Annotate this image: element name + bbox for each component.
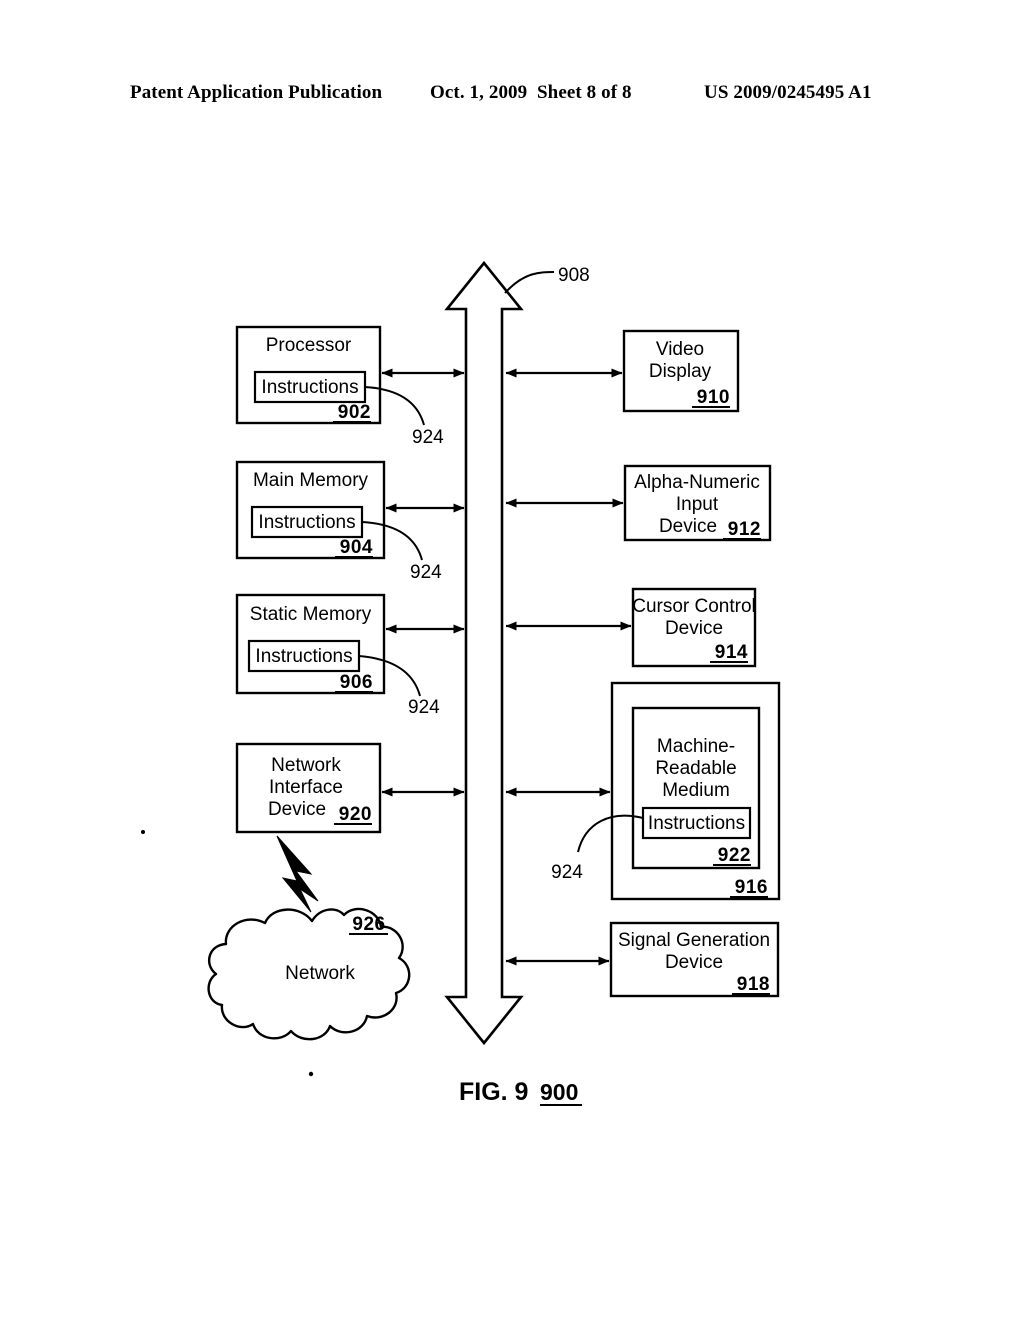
main-memory-lead-label: 924 bbox=[410, 562, 442, 583]
processor-box[interactable]: Processor Instructions 902 bbox=[235, 325, 382, 425]
figure-caption: FIG. 9 900 bbox=[459, 1078, 582, 1106]
static-memory-instructions-label: Instructions bbox=[255, 646, 352, 667]
mrm-title-line2: Readable bbox=[655, 758, 736, 779]
main-memory-instructions-label: Instructions bbox=[258, 512, 355, 533]
ccd-ref-label: 914 bbox=[715, 642, 748, 663]
processor-title: Processor bbox=[266, 335, 352, 356]
patent-page: Patent Application Publication Oct. 1, 2… bbox=[0, 0, 1024, 1320]
machine-readable-medium-inner-box[interactable]: Machine- Readable Medium Instructions 92… bbox=[631, 706, 761, 870]
video-display-box[interactable]: Video Display 910 bbox=[622, 329, 740, 413]
ccd-title-line1: Cursor Control bbox=[632, 596, 756, 617]
mrm-title-line3: Medium bbox=[662, 780, 730, 801]
ccd-title-line2: Device bbox=[665, 618, 723, 639]
mrm-title-line1: Machine- bbox=[657, 736, 735, 757]
ani-ref-label: 912 bbox=[728, 519, 761, 540]
mrm-lead-label: 924 bbox=[551, 862, 583, 883]
nid-ref-label: 920 bbox=[339, 804, 372, 825]
processor-lead-label: 924 bbox=[412, 427, 444, 448]
bus-leader: 908 bbox=[504, 265, 590, 294]
cursor-control-device-box[interactable]: Cursor Control Device 914 bbox=[631, 587, 757, 668]
video-display-title-line1: Video bbox=[656, 339, 704, 360]
nid-title-line2: Interface bbox=[269, 777, 343, 798]
machine-readable-medium-outer-box[interactable]: 916 Machine- Readable Medium Instruction… bbox=[610, 681, 781, 901]
signal-generation-device-box[interactable]: Signal Generation Device 918 bbox=[609, 921, 780, 998]
scan-speck bbox=[308, 1071, 314, 1077]
static-memory-title: Static Memory bbox=[250, 604, 372, 625]
static-memory-lead-label: 924 bbox=[408, 697, 440, 718]
figure-caption-label: FIG. 9 bbox=[459, 1078, 528, 1106]
mrm-instructions-label: Instructions bbox=[648, 813, 745, 834]
scan-speck bbox=[141, 830, 145, 834]
main-memory-title: Main Memory bbox=[253, 470, 369, 491]
figure-caption-ref: 900 bbox=[540, 1079, 578, 1105]
network-interface-device-box[interactable]: Network Interface Device 920 bbox=[235, 742, 382, 834]
sgd-title-line2: Device bbox=[665, 952, 723, 973]
ani-title-line3: Device bbox=[659, 516, 717, 537]
system-bus bbox=[444, 260, 524, 1046]
figure-9-diagram: 908 Processor Instructions 902 924 Main … bbox=[0, 0, 1024, 1320]
network-cloud[interactable]: 926 Network bbox=[207, 907, 411, 1041]
video-display-ref-label: 910 bbox=[697, 387, 730, 408]
ani-title-line1: Alpha-Numeric bbox=[634, 472, 760, 493]
network-ref-label: 926 bbox=[352, 914, 385, 935]
mrm-outer-ref-label: 916 bbox=[735, 877, 768, 898]
bus-ref-label: 908 bbox=[558, 265, 590, 286]
alpha-numeric-input-device-box[interactable]: Alpha-Numeric Input Device 912 bbox=[623, 464, 772, 542]
nid-title-line1: Network bbox=[271, 755, 341, 776]
main-memory-box[interactable]: Main Memory Instructions 904 bbox=[235, 460, 386, 560]
sgd-title-line1: Signal Generation bbox=[618, 930, 770, 951]
ani-title-line2: Input bbox=[676, 494, 719, 515]
main-memory-ref-label: 904 bbox=[340, 537, 373, 558]
processor-ref-label: 902 bbox=[338, 402, 371, 423]
static-memory-box[interactable]: Static Memory Instructions 906 bbox=[235, 593, 386, 695]
sgd-ref-label: 918 bbox=[737, 974, 770, 995]
network-label: Network bbox=[285, 963, 355, 984]
processor-instructions-label: Instructions bbox=[261, 377, 358, 398]
video-display-title-line2: Display bbox=[649, 361, 712, 382]
lightning-bolt-icon bbox=[276, 835, 319, 913]
nid-title-line3: Device bbox=[268, 799, 326, 820]
static-memory-ref-label: 906 bbox=[340, 672, 373, 693]
mrm-inner-ref-label: 922 bbox=[718, 845, 751, 866]
